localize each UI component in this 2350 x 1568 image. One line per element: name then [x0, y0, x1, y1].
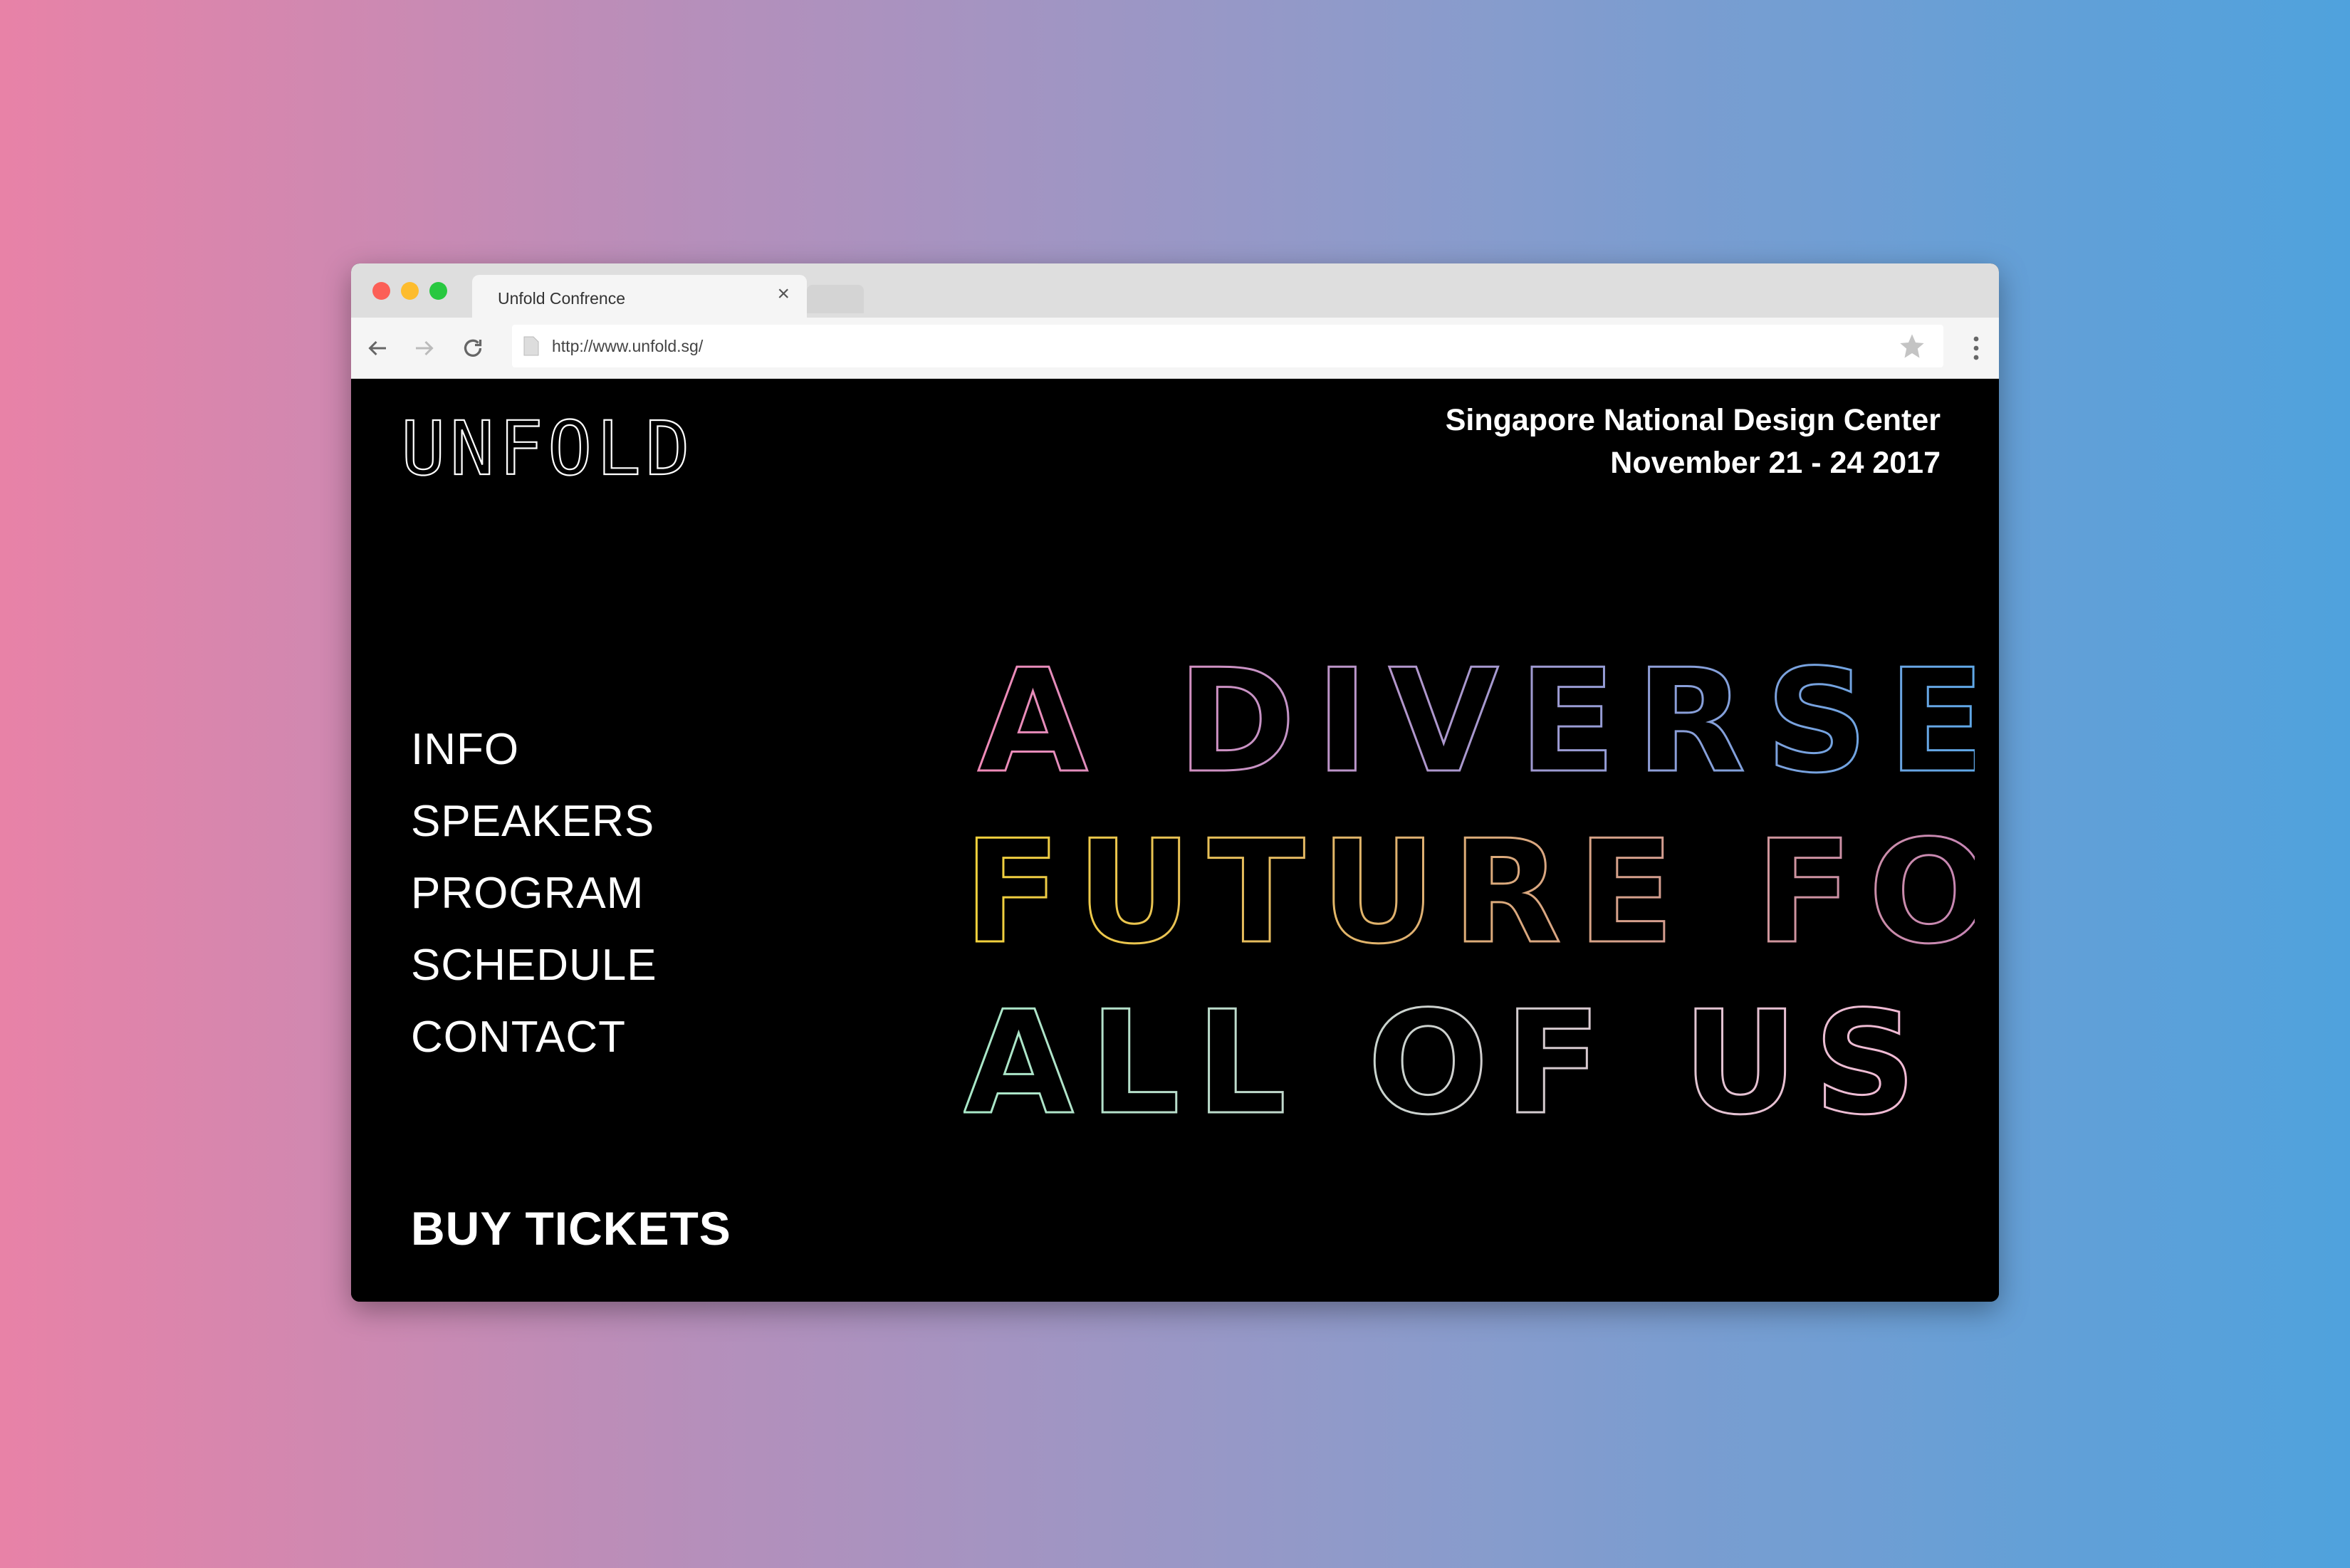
webpage: UNFOLD Singapore National Design Center …: [351, 379, 1999, 1302]
browser-toolbar: http://www.unfold.sg/: [351, 318, 1999, 379]
nav-item-program[interactable]: PROGRAM: [411, 857, 657, 929]
reload-button[interactable]: [456, 332, 489, 365]
main-nav: INFO SPEAKERS PROGRAM SCHEDULE CONTACT: [411, 714, 657, 1073]
address-bar[interactable]: http://www.unfold.sg/: [512, 325, 1943, 367]
logo-text: UNFOLD: [401, 414, 694, 481]
close-window-button[interactable]: [372, 282, 390, 300]
nav-item-schedule[interactable]: SCHEDULE: [411, 929, 657, 1001]
reload-icon: [464, 339, 482, 357]
back-button[interactable]: [361, 332, 394, 365]
nav-item-info[interactable]: INFO: [411, 714, 657, 785]
event-info: Singapore National Design Center Novembe…: [1446, 399, 1941, 484]
url-text: http://www.unfold.sg/: [552, 337, 704, 355]
new-tab-button[interactable]: [807, 285, 864, 313]
headline-line-2: FUTURE FOR: [964, 810, 1975, 976]
headline-line-3: ALL OF US: [964, 981, 1932, 1146]
bookmark-star-icon[interactable]: [1898, 332, 1926, 360]
headline-graphic: A DIVERSE FUTURE FOR ALL OF US: [964, 649, 1975, 1148]
forward-button[interactable]: [408, 332, 441, 365]
dates-text: November 21 - 24 2017: [1610, 446, 1941, 480]
nav-item-contact[interactable]: CONTACT: [411, 1001, 657, 1073]
nav-item-speakers[interactable]: SPEAKERS: [411, 785, 657, 857]
minimize-window-button[interactable]: [401, 282, 419, 300]
unfold-logo[interactable]: UNFOLD: [401, 414, 743, 481]
headline-line-1: A DIVERSE: [978, 649, 1975, 805]
tab-close-icon[interactable]: ×: [777, 283, 790, 305]
tab-title: Unfold Confrence: [498, 289, 625, 308]
browser-tab[interactable]: Unfold Confrence ×: [472, 275, 807, 319]
maximize-window-button[interactable]: [429, 282, 447, 300]
kebab-menu-icon[interactable]: [1973, 336, 1979, 360]
page-icon: [523, 336, 539, 356]
arrow-right-icon: [416, 340, 434, 356]
venue-text: Singapore National Design Center: [1445, 403, 1941, 437]
browser-window: Unfold Confrence × http://www.unfold.sg/…: [351, 263, 1999, 1302]
arrow-left-icon: [368, 340, 386, 356]
buy-tickets-link[interactable]: BUY TICKETS: [411, 1201, 731, 1255]
browser-tab-strip: Unfold Confrence ×: [351, 263, 1999, 319]
